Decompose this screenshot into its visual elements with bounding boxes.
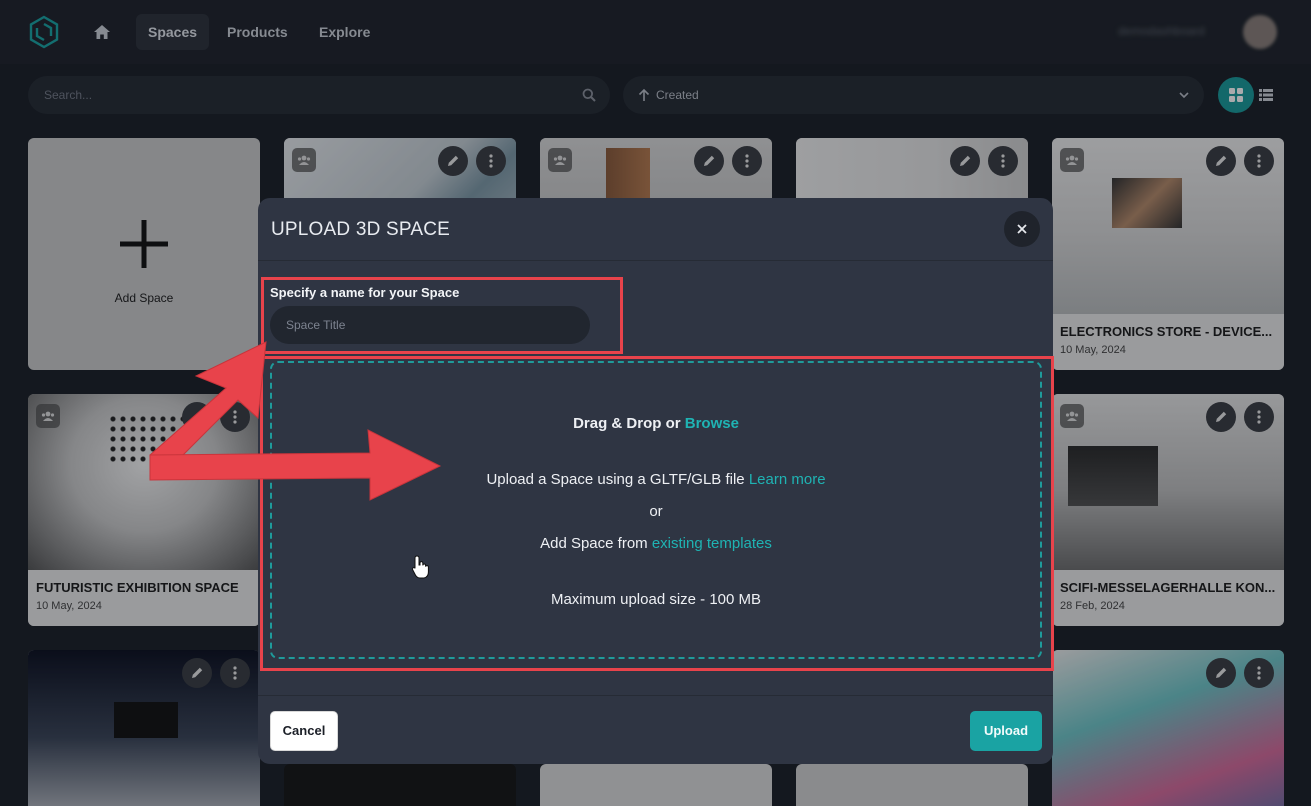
close-button[interactable]	[1004, 211, 1040, 247]
upload-button[interactable]: Upload	[970, 711, 1042, 751]
modal-title: UPLOAD 3D SPACE	[271, 219, 450, 240]
highlight-box-dropzone	[260, 356, 1054, 671]
cancel-button[interactable]: Cancel	[270, 711, 338, 751]
highlight-box-name-field	[261, 277, 623, 354]
divider	[258, 260, 1053, 261]
divider	[258, 695, 1053, 696]
close-icon	[1017, 224, 1027, 234]
